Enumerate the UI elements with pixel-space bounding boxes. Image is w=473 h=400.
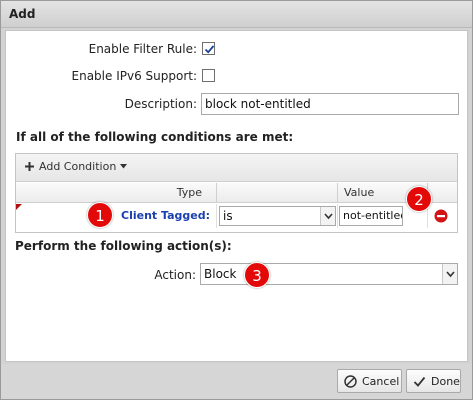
annotation-badge-1: 1 xyxy=(87,202,113,228)
actions-heading: Perform the following action(s): xyxy=(15,239,232,253)
column-header-type-label: Type xyxy=(176,186,202,199)
enable-ipv6-checkbox[interactable] xyxy=(202,69,215,82)
annotation-badge-2: 2 xyxy=(406,186,432,212)
action-select[interactable]: Block xyxy=(200,263,458,285)
add-dialog: Add Enable Filter Rule: Enable IPv6 Supp… xyxy=(0,0,473,400)
dialog-footer: Cancel Done xyxy=(1,364,472,399)
column-header-type[interactable]: Type xyxy=(16,183,217,203)
done-button[interactable]: Done xyxy=(406,369,461,393)
enable-filter-checkbox[interactable] xyxy=(202,42,215,55)
condition-type-cell: Client Tagged: xyxy=(16,204,217,228)
conditions-grid: Add Condition Type Value Client Tagged: … xyxy=(15,153,458,233)
conditions-toolbar: Add Condition xyxy=(16,154,457,182)
conditions-heading: If all of the following conditions are m… xyxy=(16,130,294,144)
cancel-icon xyxy=(344,374,357,388)
condition-operator-cell: is xyxy=(217,204,338,228)
delete-condition-icon[interactable] xyxy=(434,209,448,223)
client-tagged-link[interactable]: Client Tagged: xyxy=(121,209,210,222)
column-header-actions xyxy=(428,183,457,203)
add-condition-button[interactable]: Add Condition xyxy=(24,160,128,173)
operator-value: is xyxy=(223,209,233,223)
description-input[interactable]: block not-entitled xyxy=(201,93,459,115)
column-header-operator xyxy=(217,183,338,203)
action-dropdown-arrow[interactable] xyxy=(442,264,457,284)
enable-ipv6-label: Enable IPv6 Support: xyxy=(71,69,198,83)
plus-icon xyxy=(25,162,34,171)
cancel-button[interactable]: Cancel xyxy=(337,369,402,393)
add-condition-label: Add Condition xyxy=(39,160,117,173)
chevron-down-icon xyxy=(324,213,333,220)
cancel-label: Cancel xyxy=(362,374,400,388)
operator-dropdown-arrow[interactable] xyxy=(320,207,335,225)
annotation-badge-3: 3 xyxy=(244,262,270,288)
condition-value-input[interactable]: not-entitled xyxy=(339,206,403,226)
checkmark-icon xyxy=(413,376,426,387)
enable-filter-label: Enable Filter Rule: xyxy=(88,42,197,56)
condition-delete-cell xyxy=(428,204,457,228)
column-header-value-label: Value xyxy=(344,186,375,199)
description-label: Description: xyxy=(124,97,197,111)
action-label: Action: xyxy=(154,268,196,282)
chevron-down-icon xyxy=(446,271,455,278)
action-value: Block xyxy=(204,267,237,281)
operator-select[interactable]: is xyxy=(219,206,336,226)
dialog-titlebar: Add xyxy=(1,1,472,28)
check-icon xyxy=(204,45,215,54)
done-label: Done xyxy=(431,374,460,388)
dialog-title: Add xyxy=(9,7,36,21)
chevron-down-icon xyxy=(120,164,128,169)
